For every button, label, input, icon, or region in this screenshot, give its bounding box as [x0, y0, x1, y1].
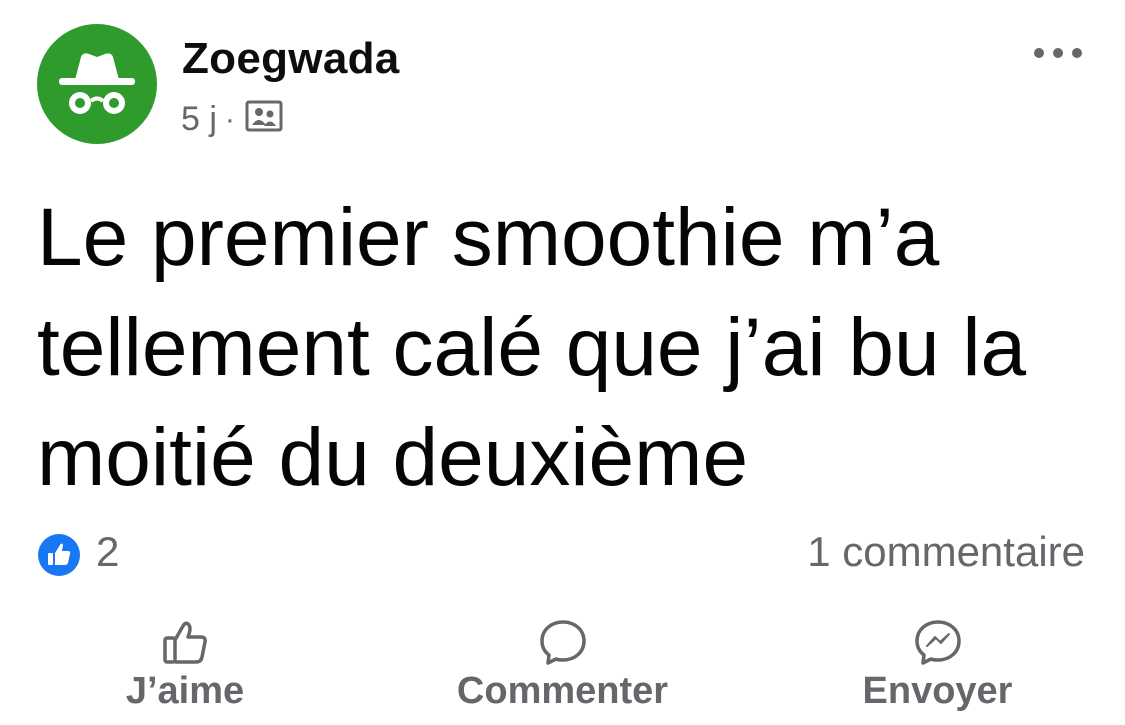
messenger-icon — [914, 620, 961, 665]
more-options-icon[interactable] — [1030, 38, 1086, 68]
meta-separator: · — [224, 102, 235, 136]
comment-button[interactable]: Commenter — [430, 618, 695, 713]
friends-group-icon — [245, 100, 283, 141]
thumbs-up-icon — [163, 621, 207, 664]
like-reaction-icon[interactable] — [37, 533, 81, 577]
post-time[interactable]: 5 j — [181, 100, 217, 139]
send-button[interactable]: Envoyer — [845, 618, 1030, 713]
author-name[interactable]: Zoegwada — [182, 34, 400, 84]
post-text: Le premier smoothie m’a tellement calé q… — [37, 192, 1027, 503]
send-button-label: Envoyer — [862, 670, 1013, 712]
post-meta: 5 j · — [181, 98, 283, 141]
like-button[interactable]: J’aime — [110, 618, 260, 713]
reaction-count[interactable]: 2 — [96, 528, 119, 576]
avatar[interactable] — [37, 24, 157, 144]
comment-bubble-icon — [539, 620, 586, 665]
incognito-icon — [59, 53, 135, 114]
comment-button-label: Commenter — [456, 670, 669, 712]
comment-count[interactable]: 1 commentaire — [807, 528, 1085, 576]
like-button-label: J’aime — [125, 670, 245, 712]
